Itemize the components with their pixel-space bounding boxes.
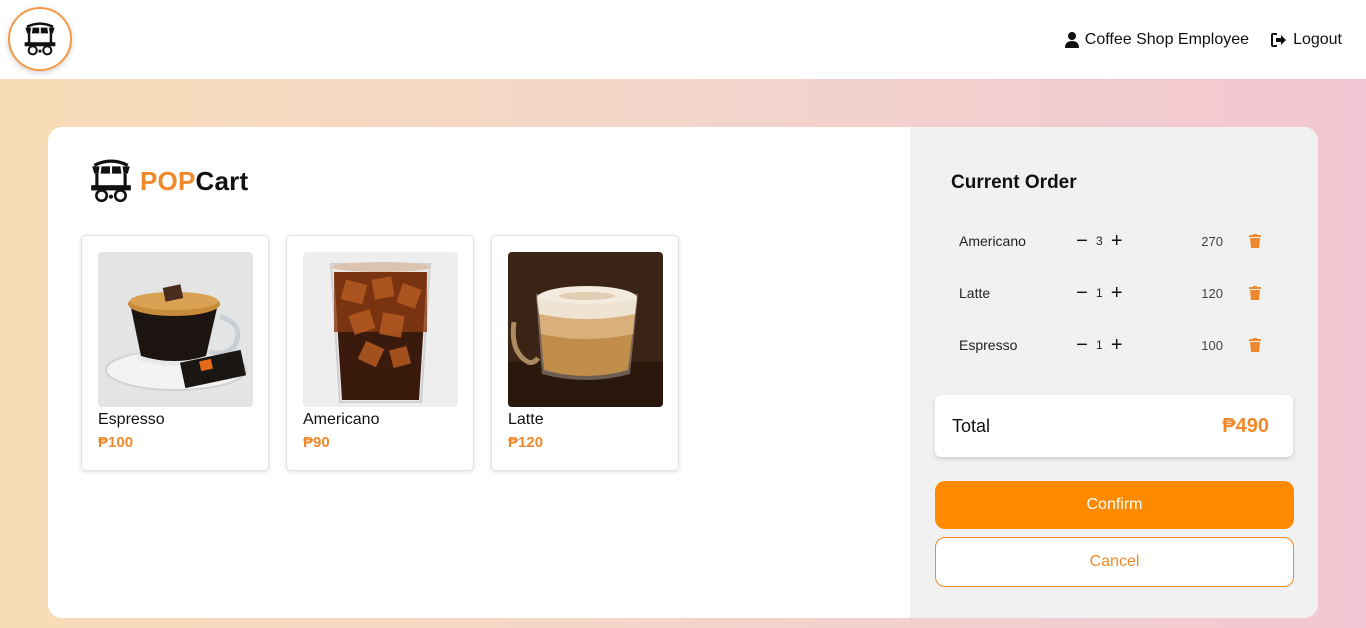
product-card-espresso[interactable]: Espresso ₱100 xyxy=(81,235,269,471)
brand-cart: Cart xyxy=(195,165,249,196)
user-profile-link[interactable]: Coffee Shop Employee xyxy=(1064,30,1250,49)
product-price: ₱90 xyxy=(303,434,330,451)
cart-logo-icon xyxy=(24,22,56,56)
pos-card: POPCart Espresso ₱100 Americano ₱90 Latt… xyxy=(48,127,1318,618)
total-value: ₱490 xyxy=(1222,414,1269,437)
order-total-box: Total ₱490 xyxy=(935,395,1293,457)
order-line-item: Americano − 3 + 270 xyxy=(959,229,1269,253)
brand-logo: POPCart xyxy=(88,159,248,203)
increase-quantity-button[interactable]: + xyxy=(1110,283,1124,303)
logout-icon xyxy=(1271,32,1287,47)
increase-quantity-button[interactable]: + xyxy=(1110,231,1124,251)
order-line-item: Latte − 1 + 120 xyxy=(959,281,1269,305)
trash-icon xyxy=(1249,338,1261,352)
menu-panel: POPCart Espresso ₱100 Americano ₱90 Latt… xyxy=(48,127,910,618)
quantity-stepper: − 1 + xyxy=(1075,335,1165,355)
order-line-item: Espresso − 1 + 100 xyxy=(959,333,1269,357)
order-item-total: 120 xyxy=(1201,285,1223,301)
remove-item-button[interactable] xyxy=(1249,286,1261,300)
decrease-quantity-button[interactable]: − xyxy=(1075,283,1089,303)
americano-image xyxy=(303,252,458,407)
decrease-quantity-button[interactable]: − xyxy=(1075,335,1089,355)
product-price: ₱100 xyxy=(98,434,134,451)
logout-label: Logout xyxy=(1293,30,1342,48)
order-item-name: Americano xyxy=(959,233,1026,249)
total-label: Total xyxy=(952,415,991,436)
user-role-label: Coffee Shop Employee xyxy=(1084,30,1250,48)
trash-icon xyxy=(1249,234,1261,248)
quantity-value: 1 xyxy=(1096,338,1103,352)
brand-name: POPCart xyxy=(140,166,248,197)
order-item-total: 270 xyxy=(1201,233,1223,249)
logout-link[interactable]: Logout xyxy=(1271,31,1342,49)
order-item-name: Espresso xyxy=(959,337,1018,353)
remove-item-button[interactable] xyxy=(1249,338,1261,352)
app-logo-button[interactable] xyxy=(8,7,72,71)
quantity-value: 1 xyxy=(1096,286,1103,300)
order-item-total: 100 xyxy=(1201,337,1223,353)
product-grid: Espresso ₱100 Americano ₱90 Latte ₱120 xyxy=(81,235,679,471)
remove-item-button[interactable] xyxy=(1249,234,1261,248)
product-name: Americano xyxy=(303,411,380,428)
decrease-quantity-button[interactable]: − xyxy=(1075,231,1089,251)
latte-image xyxy=(508,252,663,407)
quantity-value: 3 xyxy=(1096,234,1103,248)
user-icon xyxy=(1064,31,1079,48)
espresso-image xyxy=(98,252,253,407)
product-card-americano[interactable]: Americano ₱90 xyxy=(286,235,474,471)
product-card-latte[interactable]: Latte ₱120 xyxy=(491,235,679,471)
increase-quantity-button[interactable]: + xyxy=(1110,335,1124,355)
cart-logo-icon xyxy=(91,159,131,203)
product-name: Espresso xyxy=(98,411,165,428)
current-order-panel: Current Order Americano − 3 + 270 Latte … xyxy=(910,127,1318,618)
product-price: ₱120 xyxy=(508,434,544,451)
cancel-button[interactable]: Cancel xyxy=(935,537,1294,587)
product-name: Latte xyxy=(508,411,544,428)
quantity-stepper: − 3 + xyxy=(1075,231,1165,251)
trash-icon xyxy=(1249,286,1261,300)
confirm-button[interactable]: Confirm xyxy=(935,481,1294,529)
current-order-title: Current Order xyxy=(951,172,1077,193)
quantity-stepper: − 1 + xyxy=(1075,283,1165,303)
top-navbar: Coffee Shop Employee Logout xyxy=(0,0,1366,79)
brand-pop: POP xyxy=(140,165,196,196)
order-item-name: Latte xyxy=(959,285,991,301)
